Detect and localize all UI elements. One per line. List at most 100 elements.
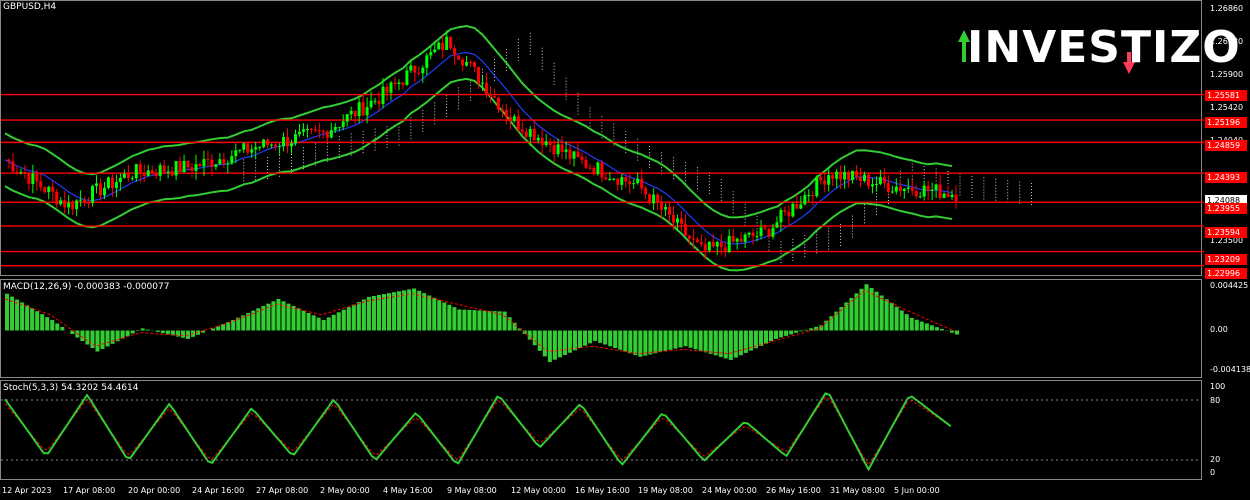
- candle-body: [675, 218, 679, 223]
- candle-body: [47, 186, 51, 193]
- candle-body: [855, 170, 859, 177]
- candle-body: [707, 241, 711, 251]
- macd-bar: [854, 293, 859, 331]
- macd-bar: [924, 323, 929, 331]
- candle-body: [600, 162, 604, 178]
- macd-bar: [572, 330, 577, 351]
- level-label: 1.23209: [1205, 254, 1247, 265]
- time-tick: 26 May 16:00: [766, 486, 821, 495]
- candle-body: [55, 191, 59, 205]
- macd-bar: [412, 288, 417, 331]
- candle-body: [612, 178, 616, 180]
- level-label: 1.23955: [1205, 203, 1247, 214]
- macd-bar: [703, 330, 708, 353]
- macd-bar: [864, 284, 869, 331]
- macd-bar: [542, 330, 547, 357]
- macd-bar: [763, 330, 768, 344]
- candle-body: [182, 160, 186, 173]
- stoch-lines: [4, 392, 952, 472]
- candle-body: [556, 144, 560, 155]
- macd-bar: [608, 330, 613, 347]
- candle-body: [198, 164, 202, 167]
- macd-bar: [663, 330, 668, 351]
- macd-bar: [346, 307, 351, 331]
- candle-body: [51, 186, 55, 192]
- macd-bar: [276, 298, 281, 331]
- candle-body: [214, 164, 218, 167]
- candle-body: [608, 178, 612, 180]
- macd-bar: [733, 330, 738, 358]
- candle-body: [910, 187, 914, 192]
- candle-body: [739, 238, 743, 242]
- macd-bar: [934, 327, 939, 331]
- macd-bar: [723, 330, 728, 359]
- macd-bar: [578, 330, 583, 349]
- candle-body: [305, 129, 309, 131]
- macd-bar: [728, 330, 733, 360]
- macd-bar: [954, 330, 959, 335]
- candle-body: [278, 146, 282, 148]
- macd-bar: [356, 302, 361, 331]
- macd-bar: [296, 308, 301, 331]
- candle-body: [270, 144, 274, 146]
- candle-body: [409, 65, 413, 71]
- stoch-panel-border: [0, 380, 1202, 480]
- candle-body: [238, 149, 242, 151]
- macd-bar: [301, 310, 306, 331]
- candle-body: [942, 193, 946, 199]
- macd-label: MACD(12,26,9) -0.000383 -0.000077: [3, 282, 170, 292]
- candle-body: [230, 156, 234, 164]
- candle-body: [138, 164, 142, 173]
- candle-body: [413, 65, 417, 73]
- candle-body: [210, 159, 214, 167]
- macd-bar: [381, 294, 386, 331]
- macd-bar: [437, 300, 442, 331]
- candle-body: [520, 129, 524, 132]
- candle-body: [811, 194, 815, 197]
- candle-body: [178, 161, 182, 173]
- candle-body: [672, 214, 675, 223]
- candle-body: [779, 209, 783, 223]
- macd-bar: [45, 317, 50, 331]
- candle-body: [664, 206, 668, 210]
- time-tick: 31 May 08:00: [830, 486, 885, 495]
- candle-body: [859, 176, 863, 182]
- candle-body: [886, 183, 890, 192]
- candle-body: [91, 185, 95, 203]
- macd-bar: [432, 297, 437, 331]
- candle-body: [835, 171, 839, 179]
- macd-bar: [105, 330, 110, 347]
- macd-bar: [537, 330, 542, 351]
- candle-body: [337, 126, 341, 128]
- candle-body: [146, 170, 150, 176]
- time-tick: 24 Apr 16:00: [192, 486, 245, 495]
- macd-bar: [583, 330, 588, 346]
- candles: [7, 30, 958, 260]
- macd-bar: [914, 319, 919, 331]
- candle-body: [282, 137, 286, 147]
- candle-body: [699, 242, 703, 245]
- candle-body: [791, 203, 795, 217]
- candle-body: [71, 202, 75, 210]
- bollinger-bands: [4, 24, 953, 272]
- macd-bar: [628, 330, 633, 354]
- macd-bar: [904, 314, 909, 331]
- macd-bar: [567, 330, 572, 353]
- candle-body: [751, 232, 755, 237]
- candle-body: [588, 167, 592, 169]
- candle-body: [421, 67, 425, 74]
- candle-body: [743, 234, 747, 242]
- candle-body: [771, 227, 775, 237]
- candle-body: [345, 114, 349, 122]
- macd-tick: 0.00: [1210, 325, 1228, 334]
- candle-body: [815, 176, 819, 197]
- macd-bar: [547, 330, 552, 363]
- candle-body: [803, 195, 807, 205]
- macd-bar: [20, 302, 25, 331]
- macd-bar: [758, 330, 763, 346]
- macd-bar: [110, 330, 115, 344]
- candle-body: [365, 107, 369, 116]
- macd-bar: [55, 323, 60, 331]
- candle-body: [429, 52, 433, 56]
- candle-body: [222, 159, 226, 164]
